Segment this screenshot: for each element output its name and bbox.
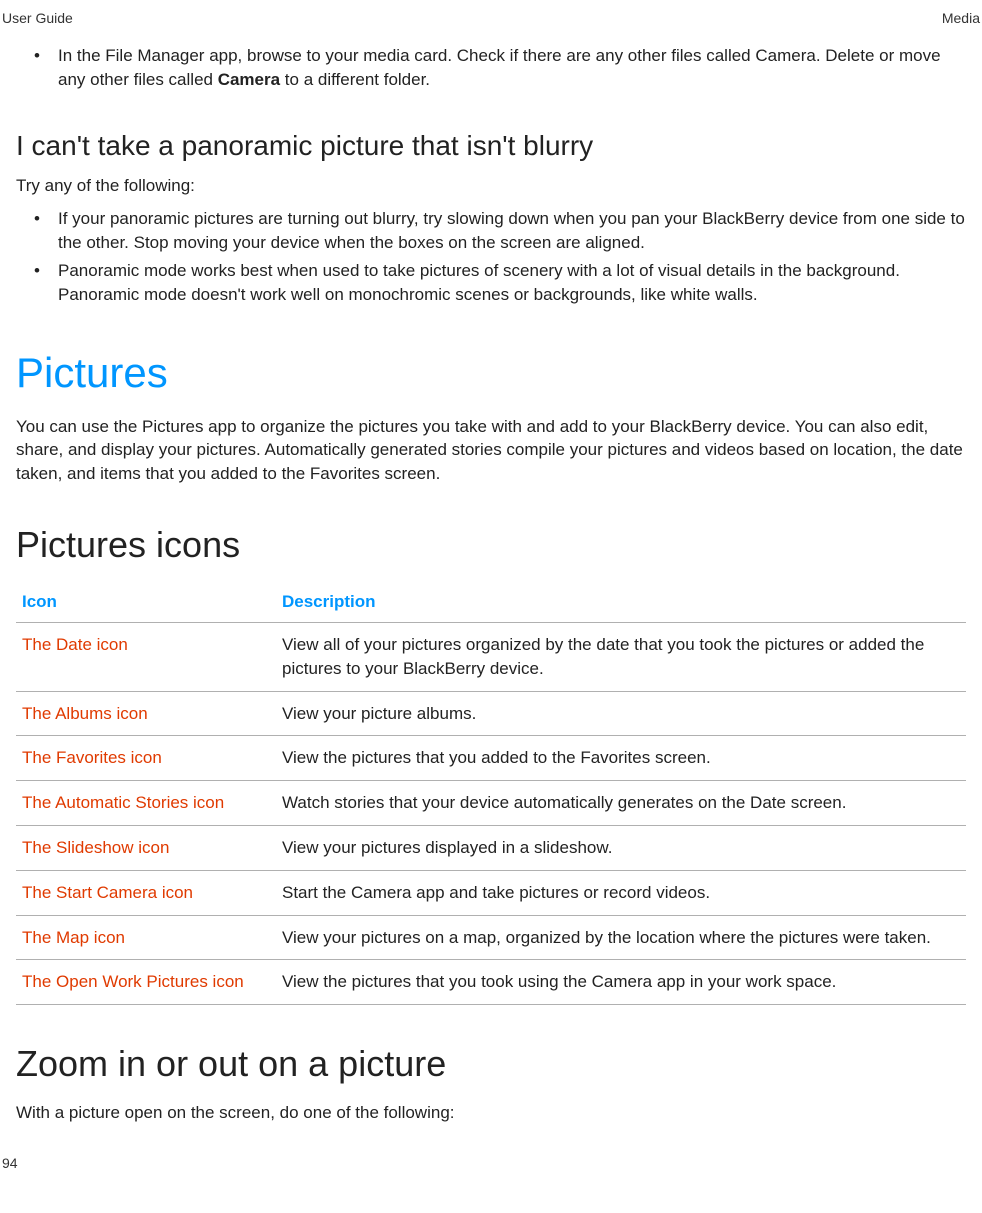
intro-bullet-bold: Camera <box>218 70 280 89</box>
icon-desc: View the pictures that you took using th… <box>276 960 966 1005</box>
panoramic-heading: I can't take a panoramic picture that is… <box>16 130 966 162</box>
intro-bullet-post: to a different folder. <box>280 70 430 89</box>
icon-desc: Watch stories that your device automatic… <box>276 781 966 826</box>
icons-table: Icon Description The Date icon View all … <box>16 582 966 1005</box>
icon-desc: View all of your pictures organized by t… <box>276 622 966 691</box>
zoom-intro: With a picture open on the screen, do on… <box>16 1101 966 1125</box>
icon-desc: Start the Camera app and take pictures o… <box>276 870 966 915</box>
table-row: The Albums icon View your picture albums… <box>16 691 966 736</box>
intro-bullet-list: In the File Manager app, browse to your … <box>16 44 966 92</box>
table-row: The Open Work Pictures icon View the pic… <box>16 960 966 1005</box>
list-item: In the File Manager app, browse to your … <box>34 44 966 92</box>
pictures-heading: Pictures <box>16 349 966 397</box>
table-row: The Start Camera icon Start the Camera a… <box>16 870 966 915</box>
icon-desc: View your pictures displayed in a slides… <box>276 825 966 870</box>
icon-name: The Slideshow icon <box>16 825 276 870</box>
icon-name: The Albums icon <box>16 691 276 736</box>
page-number: 94 <box>0 1135 982 1181</box>
page-header: User Guide Media <box>0 0 982 26</box>
panoramic-bullet-list: If your panoramic pictures are turning o… <box>16 207 966 306</box>
page-content: In the File Manager app, browse to your … <box>0 26 982 1125</box>
intro-bullet-pre: In the File Manager app, browse to your … <box>58 46 941 89</box>
icon-name: The Map icon <box>16 915 276 960</box>
header-left: User Guide <box>2 10 73 26</box>
table-row: The Slideshow icon View your pictures di… <box>16 825 966 870</box>
list-item: If your panoramic pictures are turning o… <box>34 207 966 255</box>
col-description: Description <box>276 582 966 623</box>
icon-name: The Start Camera icon <box>16 870 276 915</box>
table-row: The Map icon View your pictures on a map… <box>16 915 966 960</box>
table-row: The Favorites icon View the pictures tha… <box>16 736 966 781</box>
table-header-row: Icon Description <box>16 582 966 623</box>
icon-name: The Favorites icon <box>16 736 276 781</box>
col-icon: Icon <box>16 582 276 623</box>
icon-name: The Open Work Pictures icon <box>16 960 276 1005</box>
panoramic-intro: Try any of the following: <box>16 174 966 198</box>
icon-desc: View your pictures on a map, organized b… <box>276 915 966 960</box>
table-row: The Automatic Stories icon Watch stories… <box>16 781 966 826</box>
icon-name: The Date icon <box>16 622 276 691</box>
icon-name: The Automatic Stories icon <box>16 781 276 826</box>
icon-desc: View the pictures that you added to the … <box>276 736 966 781</box>
table-row: The Date icon View all of your pictures … <box>16 622 966 691</box>
list-item: Panoramic mode works best when used to t… <box>34 259 966 307</box>
zoom-heading: Zoom in or out on a picture <box>16 1043 966 1085</box>
pictures-icons-heading: Pictures icons <box>16 524 966 566</box>
header-right: Media <box>942 10 980 26</box>
pictures-intro: You can use the Pictures app to organize… <box>16 415 966 486</box>
icon-desc: View your picture albums. <box>276 691 966 736</box>
